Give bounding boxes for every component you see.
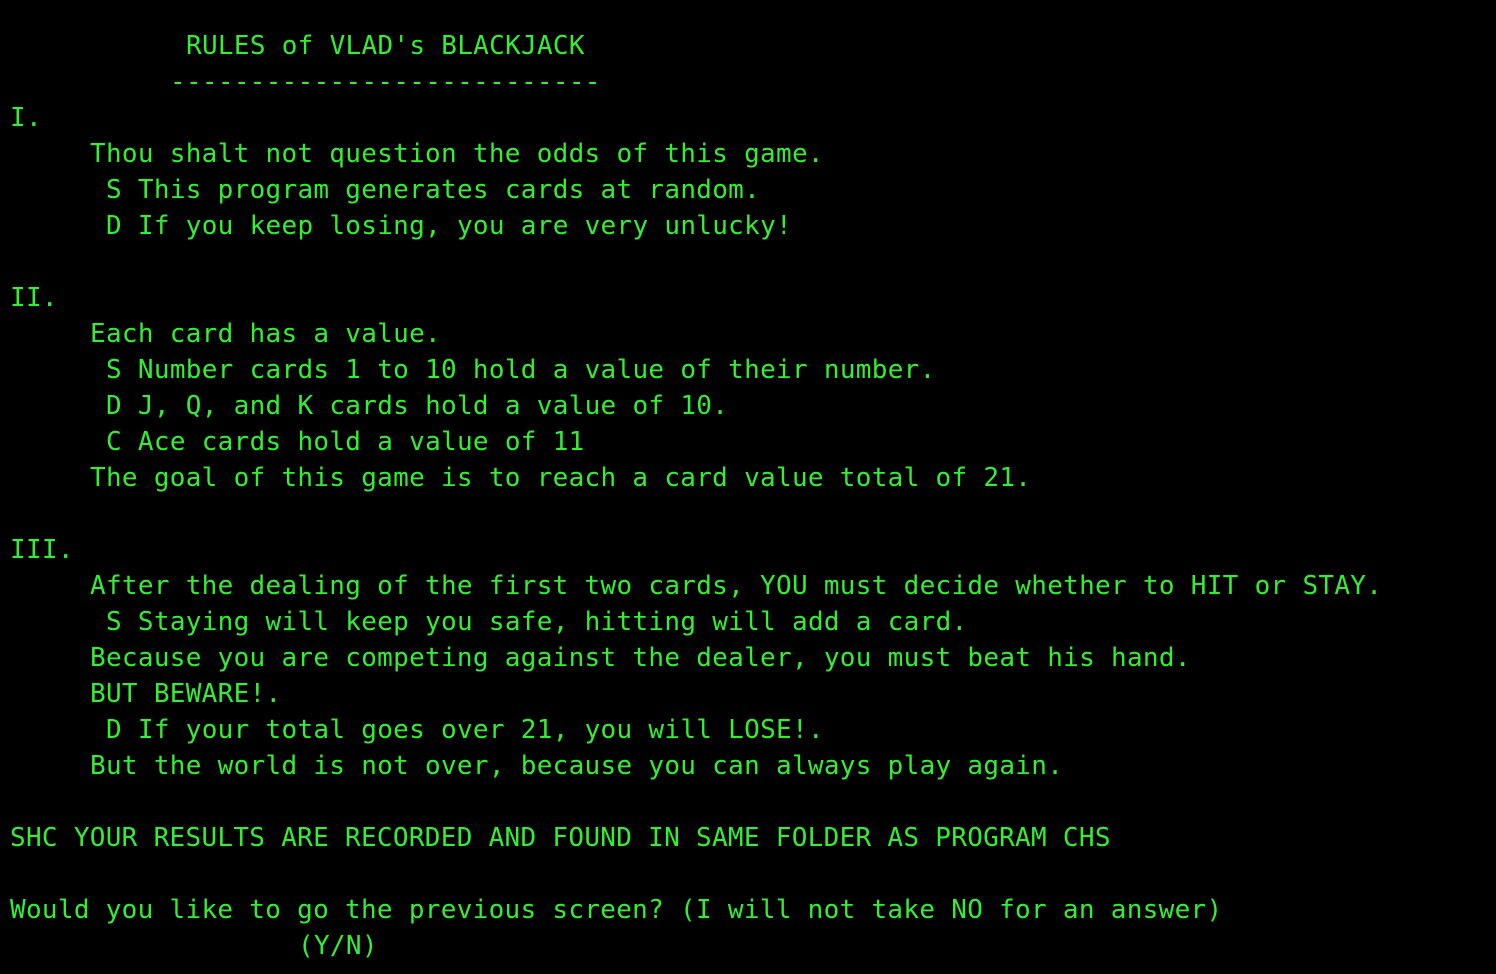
rule-3-beware: BUT BEWARE!.: [90, 679, 282, 709]
terminal-window[interactable]: RULES of VLAD's BLACKJACK --------------…: [0, 0, 1496, 974]
section-numeral-1: I.: [10, 103, 42, 133]
rule-3-note-s: S Staying will keep you safe, hitting wi…: [106, 607, 968, 637]
section-numeral-2: II.: [10, 283, 58, 313]
rule-3-text: After the dealing of the first two cards…: [90, 571, 1383, 601]
title-underline: ---------------------------: [170, 67, 601, 97]
rule-3-compete: Because you are competing against the de…: [90, 643, 1191, 673]
previous-screen-prompt: Would you like to go the previous screen…: [10, 895, 1223, 925]
rule-1-text: Thou shalt not question the odds of this…: [90, 139, 824, 169]
section-numeral-3: III.: [10, 535, 74, 565]
rule-2-note-s: S Number cards 1 to 10 hold a value of t…: [106, 355, 936, 385]
rule-2-note-d: D J, Q, and K cards hold a value of 10.: [106, 391, 729, 421]
rule-2-note-c: C Ace cards hold a value of 11: [106, 427, 585, 457]
rule-3-again: But the world is not over, because you c…: [90, 751, 1064, 781]
results-notice: SHC YOUR RESULTS ARE RECORDED AND FOUND …: [10, 823, 1111, 853]
rules-title: RULES of VLAD's BLACKJACK: [186, 31, 585, 61]
yes-no-options[interactable]: (Y/N): [298, 928, 378, 964]
rule-2-text: Each card has a value.: [90, 319, 441, 349]
rule-3-note-d: D If your total goes over 21, you will L…: [106, 715, 824, 745]
rule-1-note-s: S This program generates cards at random…: [106, 175, 761, 205]
rule-2-goal: The goal of this game is to reach a card…: [90, 463, 1032, 493]
rule-1-note-d: D If you keep losing, you are very unluc…: [106, 211, 792, 241]
